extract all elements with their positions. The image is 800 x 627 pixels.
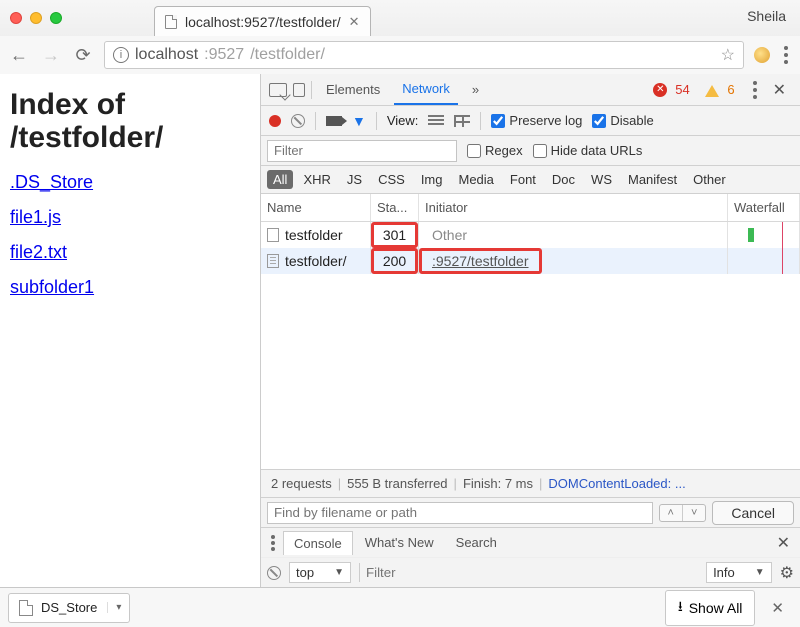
warning-icon	[705, 85, 719, 97]
reload-button[interactable]: ⟳	[72, 45, 94, 66]
request-type-filter: All XHR JS CSS Img Media Font Doc WS Man…	[261, 166, 800, 194]
table-row[interactable]: testfolder 301 Other	[261, 222, 800, 248]
record-button[interactable]	[269, 115, 281, 127]
page-content: Index of /testfolder/ .DS_Store file1.js…	[0, 74, 260, 587]
find-input[interactable]	[267, 502, 653, 524]
inspect-element-icon[interactable]	[269, 83, 287, 97]
file-icon	[19, 600, 33, 616]
drawer-tab-whatsnew[interactable]: What's New	[355, 531, 444, 554]
shelf-close-button[interactable]: ✕	[763, 599, 792, 617]
network-table-header: Name Sta... Initiator Waterfall	[261, 194, 800, 222]
drawer-close-button[interactable]: ✕	[771, 533, 796, 553]
type-manifest[interactable]: Manifest	[622, 170, 683, 189]
type-img[interactable]: Img	[415, 170, 449, 189]
directory-link[interactable]: subfolder1	[10, 277, 250, 298]
window-minimize-button[interactable]	[30, 12, 42, 24]
type-xhr[interactable]: XHR	[297, 170, 336, 189]
directory-link[interactable]: file1.js	[10, 207, 250, 228]
devtools-panel: Elements Network » ✕ 54 6 ✕ ▼ View: Prese…	[260, 74, 800, 587]
console-clear-button[interactable]	[267, 566, 281, 580]
col-initiator[interactable]: Initiator	[419, 194, 728, 221]
drawer-menu-button[interactable]	[265, 535, 281, 551]
view-frames-icon[interactable]	[454, 115, 470, 127]
type-doc[interactable]: Doc	[546, 170, 581, 189]
tab-network[interactable]: Network	[394, 74, 458, 105]
filter-toggle-icon[interactable]: ▼	[352, 113, 366, 129]
download-shelf: DS_Store ▾ ⭳ Show All ✕	[0, 587, 800, 627]
tab-close-icon[interactable]: ✕	[349, 14, 360, 30]
regex-checkbox[interactable]: Regex	[467, 143, 523, 158]
browser-menu-button[interactable]	[780, 46, 792, 64]
directory-link[interactable]: .DS_Store	[10, 172, 250, 193]
console-level-select[interactable]: Info▼	[706, 562, 772, 583]
bookmark-star-icon[interactable]: ☆	[721, 45, 735, 65]
tab-title: localhost:9527/testfolder/	[185, 14, 341, 30]
back-button[interactable]: ←	[8, 45, 30, 66]
table-row[interactable]: testfolder/ 200 :9527/testfolder	[261, 248, 800, 274]
type-ws[interactable]: WS	[585, 170, 618, 189]
col-name[interactable]: Name	[261, 194, 371, 221]
url-path: /testfolder/	[250, 46, 325, 64]
view-label: View:	[387, 113, 419, 128]
download-icon: ⭳	[678, 596, 683, 620]
show-all-downloads-button[interactable]: ⭳ Show All	[665, 590, 756, 626]
drawer-tab-search[interactable]: Search	[446, 531, 507, 554]
clear-button[interactable]	[291, 114, 305, 128]
download-filename: DS_Store	[41, 600, 97, 615]
devtools-close-button[interactable]: ✕	[767, 80, 792, 100]
device-toggle-icon[interactable]	[293, 83, 305, 97]
window-close-button[interactable]	[10, 12, 22, 24]
browser-tab[interactable]: localhost:9527/testfolder/ ✕	[154, 6, 371, 36]
tab-elements[interactable]: Elements	[318, 74, 388, 105]
type-js[interactable]: JS	[341, 170, 368, 189]
page-heading: Index of /testfolder/	[10, 88, 250, 154]
download-chip[interactable]: DS_Store ▾	[8, 593, 130, 623]
directory-link[interactable]: file2.txt	[10, 242, 250, 263]
download-chip-menu[interactable]: ▾	[107, 602, 129, 613]
drawer-tab-console[interactable]: Console	[283, 531, 353, 555]
error-count[interactable]: 54	[675, 82, 689, 97]
devtools-menu-button[interactable]	[749, 81, 761, 99]
error-icon: ✕	[653, 83, 667, 97]
hide-data-urls-checkbox[interactable]: Hide data URLs	[533, 143, 643, 158]
console-settings-icon[interactable]: ⚙	[780, 563, 794, 583]
console-filter-input[interactable]	[359, 563, 698, 582]
type-other[interactable]: Other	[687, 170, 732, 189]
disable-cache-checkbox[interactable]: Disable	[592, 113, 653, 128]
address-bar[interactable]: i localhost :9527/testfolder/ ☆	[104, 41, 744, 69]
page-icon	[165, 15, 177, 29]
type-media[interactable]: Media	[452, 170, 499, 189]
url-port: :9527	[204, 46, 244, 64]
profile-name[interactable]: Sheila	[747, 8, 786, 24]
view-list-icon[interactable]	[428, 115, 444, 127]
warning-count[interactable]: 6	[727, 82, 734, 97]
file-icon	[267, 228, 279, 242]
tab-more[interactable]: »	[464, 74, 487, 105]
profile-avatar[interactable]	[754, 47, 770, 63]
type-css[interactable]: CSS	[372, 170, 411, 189]
network-filter-input[interactable]	[267, 140, 457, 162]
document-icon	[267, 254, 279, 268]
cancel-button[interactable]: Cancel	[712, 501, 794, 525]
col-status[interactable]: Sta...	[371, 194, 419, 221]
window-zoom-button[interactable]	[50, 12, 62, 24]
find-stepper[interactable]: ˄˅	[659, 504, 707, 522]
screenshot-icon[interactable]	[326, 116, 342, 126]
network-status-bar: 2 requests| 555 B transferred| Finish: 7…	[261, 469, 800, 497]
preserve-log-checkbox[interactable]: Preserve log	[491, 113, 582, 128]
initiator-link[interactable]: :9527/testfolder	[432, 253, 529, 269]
url-host: localhost	[135, 46, 198, 64]
type-font[interactable]: Font	[504, 170, 542, 189]
waterfall-bar	[748, 228, 754, 242]
forward-button: →	[40, 45, 62, 66]
console-context-select[interactable]: top▼	[289, 562, 351, 583]
col-waterfall[interactable]: Waterfall	[728, 194, 800, 221]
site-info-icon[interactable]: i	[113, 47, 129, 63]
type-all[interactable]: All	[267, 170, 293, 189]
